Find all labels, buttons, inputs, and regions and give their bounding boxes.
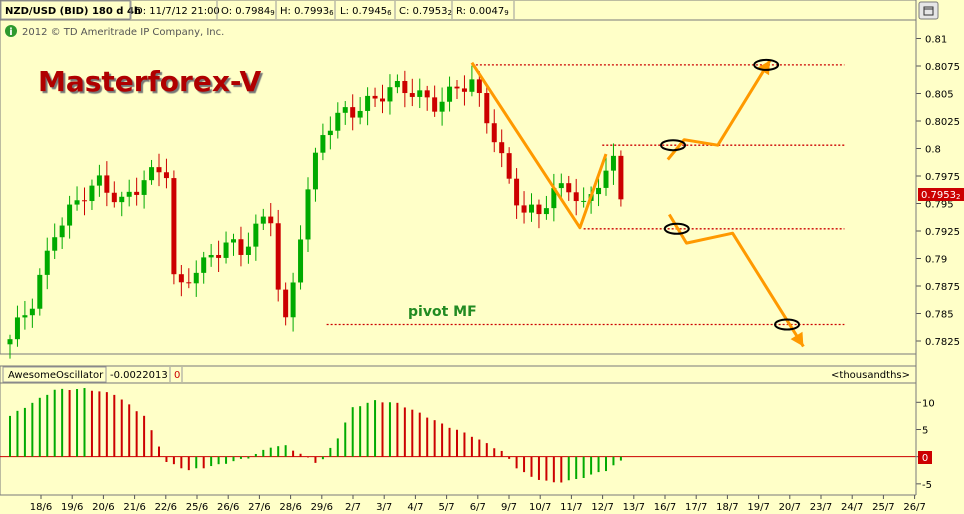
svg-text:i: i bbox=[9, 27, 12, 38]
time-tick-label: 25/7 bbox=[872, 502, 894, 513]
time-tick-label: 28/6 bbox=[279, 502, 301, 513]
oscillator-header: AwesomeOscillator -0.0022013 0 <thousand… bbox=[0, 365, 917, 384]
pivot-annotation: pivot MF bbox=[408, 304, 477, 320]
time-tick-label: 4/7 bbox=[407, 502, 423, 513]
copyright-text: 2012 © TD Ameritrade IP Company, Inc. bbox=[22, 27, 224, 38]
time-tick-label: 26/6 bbox=[217, 502, 239, 513]
time-tick-label: 3/7 bbox=[376, 502, 392, 513]
candle bbox=[618, 150, 624, 207]
price-tick-label: 0.805 bbox=[925, 90, 954, 101]
price-tick-label: 0.7925 bbox=[925, 227, 960, 238]
time-tick-label: 20/6 bbox=[92, 502, 114, 513]
price-tick-label: 0.81 bbox=[925, 35, 947, 46]
watermark-title: Masterforex-V bbox=[38, 65, 261, 98]
oscillator-units: <thousandths> bbox=[831, 370, 910, 381]
time-axis: 18/6 19/6 20/6 21/6 22/6 25/6 26/6 27/6 28/6 29/6… bbox=[0, 494, 964, 514]
time-tick-label: 6/7 bbox=[470, 502, 486, 513]
time-tick-label: 18/7 bbox=[716, 502, 738, 513]
time-tick-label: 12/7 bbox=[591, 502, 613, 513]
time-tick-label: 22/6 bbox=[155, 502, 177, 513]
candle bbox=[37, 268, 43, 316]
price-tick-label: 0.7975 bbox=[925, 172, 960, 183]
time-tick-label: 29/6 bbox=[311, 502, 333, 513]
time-tick-label: 9/7 bbox=[501, 502, 517, 513]
time-tick-label: 26/7 bbox=[903, 502, 925, 513]
time-tick-label: 11/7 bbox=[560, 502, 582, 513]
copyright-line: i 2012 © TD Ameritrade IP Company, Inc. bbox=[5, 25, 224, 38]
time-tick-label: 23/7 bbox=[810, 502, 832, 513]
time-tick-label: 2/7 bbox=[345, 502, 361, 513]
time-tick-label: 17/7 bbox=[685, 502, 707, 513]
last-price-tag: 0.79532 bbox=[918, 188, 964, 201]
price-tick-label: 0.7825 bbox=[925, 337, 960, 348]
time-tick-label: 10/7 bbox=[529, 502, 551, 513]
price-tick-label: 0.8 bbox=[925, 145, 941, 156]
time-tick-label: 5/7 bbox=[439, 502, 455, 513]
price-tick-label: 0.7875 bbox=[925, 282, 960, 293]
maximize-button[interactable] bbox=[918, 1, 939, 20]
svg-text:0.79532: 0.79532 bbox=[921, 190, 960, 201]
candle bbox=[275, 209, 281, 302]
svg-text:0: 0 bbox=[922, 453, 928, 464]
osc-tick-label: 5 bbox=[922, 425, 928, 436]
oscillator-value: -0.0022013 bbox=[110, 370, 168, 381]
time-tick-label: 20/7 bbox=[779, 502, 801, 513]
time-tick-label: 21/6 bbox=[123, 502, 145, 513]
date-readout: D: 11/7/12 21:00 bbox=[135, 6, 220, 17]
time-tick-label: 19/6 bbox=[61, 502, 83, 513]
header-bar: NZD/USD (BID) 180 d 4h D: 11/7/12 21:00 … bbox=[0, 0, 917, 21]
range-readout: R: 0.00479 bbox=[456, 6, 509, 17]
candle bbox=[171, 170, 177, 285]
open-readout: O: 0.79849 bbox=[221, 6, 275, 17]
time-tick-label: 25/6 bbox=[186, 502, 208, 513]
high-readout: H: 0.79936 bbox=[280, 6, 334, 17]
time-tick-label: 24/7 bbox=[841, 502, 863, 513]
trading-chart-window: NZD/USD (BID) 180 d 4h D: 11/7/12 21:00 … bbox=[0, 0, 964, 514]
price-tick-label: 0.8075 bbox=[925, 62, 960, 73]
time-tick-label: 27/6 bbox=[248, 502, 270, 513]
oscillator-name[interactable]: AwesomeOscillator bbox=[8, 370, 104, 381]
low-readout: L: 0.79456 bbox=[340, 6, 392, 17]
time-tick-label: 18/6 bbox=[30, 502, 52, 513]
oscillator-flag: 0 bbox=[174, 370, 180, 381]
price-tick-label: 0.785 bbox=[925, 310, 954, 321]
osc-tick-label: 10 bbox=[922, 398, 935, 409]
time-tick-label: 13/7 bbox=[623, 502, 645, 513]
price-tick-label: 0.795 bbox=[925, 200, 954, 211]
zero-tag: 0 bbox=[918, 451, 932, 464]
symbol-label[interactable]: NZD/USD (BID) 180 d 4h bbox=[5, 6, 141, 17]
price-tick-label: 0.79 bbox=[925, 255, 947, 266]
price-tick-label: 0.8025 bbox=[925, 117, 960, 128]
time-tick-label: 16/7 bbox=[654, 502, 676, 513]
time-tick-label: 19/7 bbox=[747, 502, 769, 513]
osc-tick-label: -5 bbox=[922, 480, 932, 491]
close-readout: C: 0.79532 bbox=[399, 6, 452, 17]
